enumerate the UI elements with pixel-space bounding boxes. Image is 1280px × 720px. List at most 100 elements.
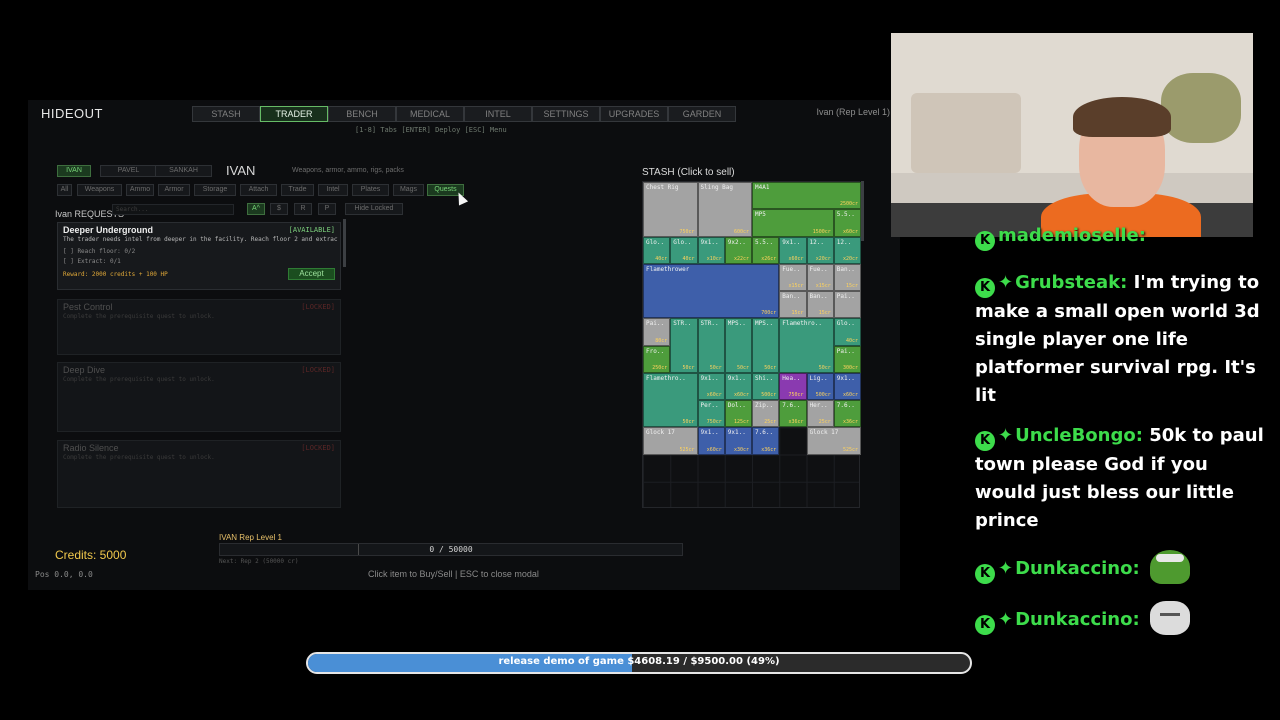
- stash-item[interactable]: STR.. 50cr: [697, 318, 725, 373]
- sort-priority-button[interactable]: P: [318, 203, 336, 215]
- stash-item[interactable]: Glo.. 40cr: [643, 236, 671, 264]
- stash-item[interactable]: 9x1.. x60cr: [697, 372, 725, 400]
- stash-item[interactable]: Glo.. 40cr: [670, 236, 698, 264]
- stash-item[interactable]: Pai.. 300cr: [833, 345, 861, 373]
- quest-objective: [ ] Extract: 0/1: [63, 258, 121, 265]
- tab-medical[interactable]: MEDICAL: [396, 106, 464, 122]
- stash-item[interactable]: MPS.. 50cr: [724, 318, 752, 373]
- chat-username: mademioselle:: [998, 225, 1146, 246]
- stash-item[interactable]: Lig.. 500cr: [806, 372, 834, 400]
- stash-item-price: 80cr: [655, 337, 668, 344]
- tab-upgrades[interactable]: UPGRADES: [600, 106, 668, 122]
- stash-item[interactable]: 7.6.. x36cr: [752, 427, 780, 455]
- stash-item[interactable]: 12.. x20cr: [806, 236, 834, 264]
- stash-item-label: 9x1..: [782, 238, 801, 246]
- tab-bench[interactable]: BENCH: [328, 106, 396, 122]
- quest-card[interactable]: Deep Dive [LOCKED] Complete the prerequi…: [57, 362, 341, 432]
- stash-item-label: 12..: [836, 238, 852, 246]
- tab-settings[interactable]: SETTINGS: [532, 106, 600, 122]
- stash-item[interactable]: Chest Rig 750cr: [643, 182, 698, 237]
- sort-price-button[interactable]: $: [270, 203, 288, 215]
- stash-item-price: 50cr: [682, 419, 695, 426]
- stash-item-price: 50cr: [682, 364, 695, 371]
- stash-item[interactable]: Hea.. 750cr: [779, 372, 807, 400]
- stash-item[interactable]: Shi.. 500cr: [752, 372, 780, 400]
- sort-rep-button[interactable]: R: [294, 203, 312, 215]
- tab-intel[interactable]: INTEL: [464, 106, 532, 122]
- chat-message: K ✦ Dunkaccino:: [975, 601, 1265, 635]
- stash-item[interactable]: Sling Bag 600cr: [697, 182, 752, 237]
- filter-intel[interactable]: Intel: [318, 184, 348, 196]
- stash-item[interactable]: 9x1.. x60cr: [779, 236, 807, 264]
- stash-item-label: Chest Rig: [646, 184, 679, 191]
- quest-card[interactable]: Deeper Underground [AVAILABLE] The trade…: [57, 222, 341, 290]
- stash-item[interactable]: Fue.. x15cr: [779, 263, 807, 291]
- filter-trade[interactable]: Trade: [281, 184, 314, 196]
- filter-weapons[interactable]: Weapons: [77, 184, 122, 196]
- quest-title: Deep Dive: [63, 365, 106, 375]
- stash-item[interactable]: 7.6.. x36cr: [779, 400, 807, 428]
- stash-item[interactable]: 9x1.. x60cr: [833, 372, 861, 400]
- stash-item[interactable]: 9x1.. x30cr: [724, 427, 752, 455]
- stash-item[interactable]: 12.. x20cr: [833, 236, 861, 264]
- tab-garden[interactable]: GARDEN: [668, 106, 736, 122]
- hide-locked-button[interactable]: Hide Locked: [345, 203, 403, 215]
- stash-item[interactable]: Flamethro.. 50cr: [643, 372, 698, 428]
- quest-description: Complete the prerequisite quest to unloc…: [63, 376, 215, 383]
- stash-item[interactable]: Dol.. 125cr: [724, 400, 752, 428]
- stash-item[interactable]: Flamethro.. 50cr: [779, 318, 834, 373]
- stash-item[interactable]: Fue.. x15cr: [806, 263, 834, 291]
- stash-item[interactable]: Glo.. 40cr: [833, 318, 861, 346]
- rep-next: Next: Rep 2 (50000 cr): [219, 558, 299, 565]
- filter-armor[interactable]: Armor: [158, 184, 190, 196]
- stash-item[interactable]: 7.6.. x36cr: [833, 400, 861, 428]
- stash-item[interactable]: Glock 17 525cr: [806, 427, 861, 455]
- stash-item[interactable]: Fro.. 250cr: [643, 345, 671, 373]
- search-input[interactable]: Search...: [112, 204, 234, 215]
- stash-item[interactable]: Her.. 25cr: [806, 400, 834, 428]
- stash-item[interactable]: 9x1.. x10cr: [697, 236, 725, 264]
- stash-item-price: 25cr: [764, 419, 777, 426]
- tab-stash[interactable]: STASH: [192, 106, 260, 122]
- quest-card[interactable]: Pest Control [LOCKED] Complete the prere…: [57, 299, 341, 355]
- trader-tab-sankah[interactable]: SANKAH: [155, 165, 212, 177]
- accept-button[interactable]: Accept: [288, 268, 335, 280]
- stash-item[interactable]: MP5 1500cr: [752, 209, 834, 237]
- stash-item[interactable]: 5.5.. x26cr: [752, 236, 780, 264]
- stash-item[interactable]: 9x1.. x60cr: [724, 372, 752, 400]
- stash-item[interactable]: Ban.. 15cr: [779, 291, 807, 319]
- stash-item-price: 750cr: [679, 228, 695, 235]
- tab-trader[interactable]: TRADER: [260, 106, 328, 122]
- stash-item[interactable]: STR.. 50cr: [670, 318, 698, 373]
- trader-tab-ivan[interactable]: IVAN: [57, 165, 91, 177]
- stash-item[interactable]: Ban.. 15cr: [806, 291, 834, 319]
- stash-item[interactable]: MPS.. 50cr: [752, 318, 780, 373]
- filter-storage[interactable]: Storage: [194, 184, 236, 196]
- filter-ammo[interactable]: Ammo: [126, 184, 154, 196]
- stash-item[interactable]: Pai..: [833, 291, 861, 319]
- filter-mags[interactable]: Mags: [393, 184, 424, 196]
- trader-tab-pavel[interactable]: PAVEL: [100, 165, 157, 177]
- quest-card[interactable]: Radio Silence [LOCKED] Complete the prer…: [57, 440, 341, 508]
- stash-item[interactable]: Per.. 750cr: [697, 400, 725, 428]
- chat-message: Kmademioselle:: [975, 222, 1265, 251]
- quest-list-scrollbar[interactable]: [343, 219, 346, 267]
- webcam-background: [911, 93, 1021, 173]
- filter-all[interactable]: All: [57, 184, 72, 196]
- stash-scrollbar[interactable]: [861, 181, 864, 241]
- stash-item-price: x60cr: [706, 392, 722, 398]
- stash-item[interactable]: Pai.. 80cr: [643, 318, 671, 346]
- stash-item[interactable]: Zip.. 25cr: [752, 400, 780, 428]
- stash-item[interactable]: Ban.. 15cr: [833, 263, 861, 291]
- stash-item-price: 50cr: [818, 364, 831, 371]
- stash-item[interactable]: 9x2.. x22cr: [724, 236, 752, 264]
- stash-item[interactable]: 9x1.. x60cr: [697, 427, 725, 455]
- stash-item[interactable]: Flamethrower 700cr: [643, 263, 780, 319]
- stash-item[interactable]: Glock 17 525cr: [643, 427, 698, 455]
- filter-plates[interactable]: Plates: [352, 184, 389, 196]
- stash-item[interactable]: M4A1 2500cr: [752, 182, 861, 210]
- sort-alpha-button[interactable]: A^: [247, 203, 265, 215]
- stash-item[interactable]: 5.5.. x60cr: [833, 209, 861, 237]
- k-badge-icon: K: [975, 278, 995, 298]
- filter-attach[interactable]: Attach: [240, 184, 277, 196]
